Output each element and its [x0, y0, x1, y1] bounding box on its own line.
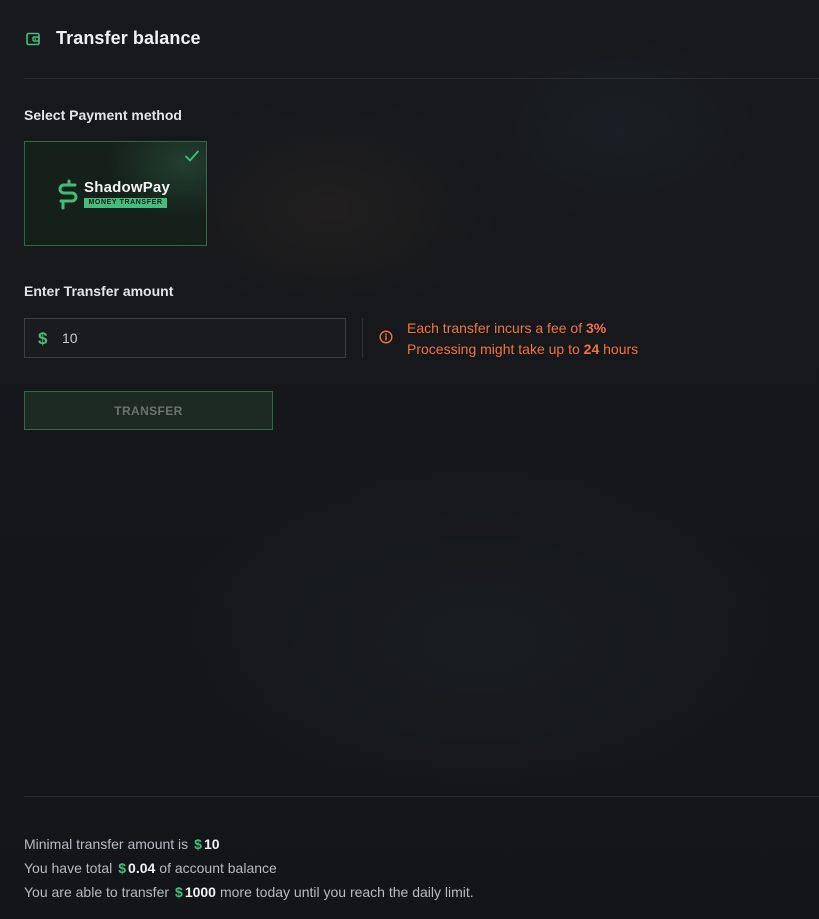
panel-header: Transfer balance: [24, 28, 201, 49]
check-icon: [185, 150, 199, 162]
processing-suffix: hours: [599, 341, 639, 357]
fee-notice: Each transfer incurs a fee of 3% Process…: [379, 318, 638, 360]
daily-limit-value: 1000: [184, 884, 216, 900]
minimal-amount-text: Minimal transfer amount is: [24, 836, 189, 852]
dollar-icon: $: [194, 836, 202, 852]
transfer-limits: Minimal transfer amount is $10 You have t…: [24, 832, 474, 904]
transfer-amount-label: Enter Transfer amount: [24, 283, 174, 299]
shadowpay-logo-icon: [58, 179, 78, 210]
vertical-divider: [362, 318, 363, 358]
daily-limit-suffix: more today until you reach the daily lim…: [219, 884, 474, 900]
account-balance-text: You have total: [24, 860, 113, 876]
fee-percent: 3%: [585, 320, 607, 336]
dollar-icon: $: [38, 328, 48, 348]
minimal-amount-value: 10: [203, 836, 220, 852]
header-divider: [24, 78, 819, 79]
processing-line: Processing might take up to 24 hours: [407, 339, 638, 360]
daily-limit-row: You are able to transfer $1000 more today …: [24, 880, 474, 904]
fee-notice-text: Each transfer incurs a fee of 3% Process…: [407, 318, 638, 360]
transfer-amount-field[interactable]: $: [24, 318, 346, 358]
account-balance-suffix: of account balance: [159, 860, 277, 876]
dollar-icon: $: [175, 884, 183, 900]
minimal-amount-row: Minimal transfer amount is $10: [24, 832, 474, 856]
transfer-amount-input[interactable]: [62, 330, 345, 346]
daily-limit-text: You are able to transfer: [24, 884, 170, 900]
payment-method-tagline: MONEY TRANSFER: [84, 198, 167, 208]
payment-method-label: Select Payment method: [24, 107, 182, 123]
transfer-button[interactable]: TRANSFER: [24, 391, 273, 430]
payment-method-name: ShadowPay: [84, 179, 170, 196]
payment-option-shadowpay[interactable]: ShadowPay MONEY TRANSFER: [24, 141, 207, 246]
page-title: Transfer balance: [56, 28, 201, 48]
processing-text: Processing might take up to: [407, 341, 584, 357]
dollar-icon: $: [118, 860, 127, 876]
wallet-icon: [24, 30, 42, 48]
fee-text: Each transfer incurs a fee of: [407, 320, 586, 336]
transfer-panel: Transfer balance Select Payment method S…: [0, 0, 819, 919]
processing-hours: 24: [583, 341, 600, 357]
fee-line: Each transfer incurs a fee of 3%: [407, 318, 638, 339]
footer-divider: [24, 796, 819, 797]
account-balance-value: 0.04: [128, 860, 156, 876]
shadowpay-logo: ShadowPay MONEY TRANSFER: [56, 178, 170, 210]
account-balance-row: You have total $0.04 of account balance: [24, 856, 474, 880]
info-icon: [379, 330, 393, 344]
